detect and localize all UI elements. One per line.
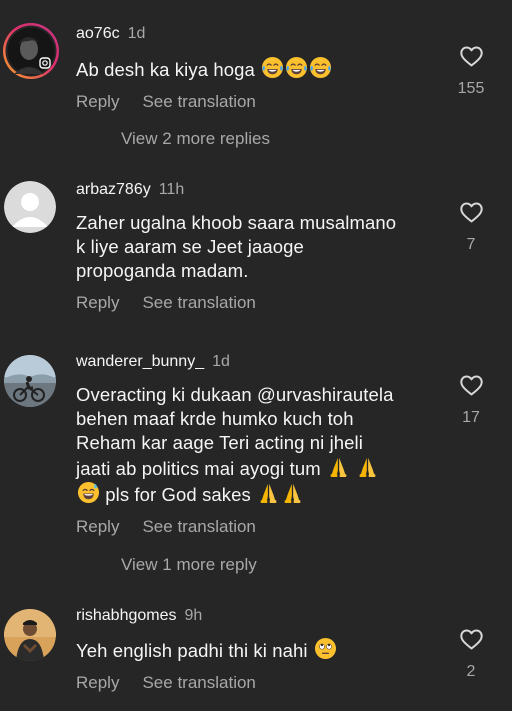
comment-actions: Reply See translation bbox=[76, 672, 436, 694]
comment-line: jaati ab politics mai ayogi tum bbox=[76, 455, 436, 481]
like-group: 7 bbox=[448, 200, 494, 255]
comment-line: Zaher ugalna khoob saara musalmano bbox=[76, 212, 397, 233]
see-translation-button[interactable]: See translation bbox=[142, 292, 255, 314]
timestamp: 11h bbox=[158, 181, 185, 198]
comment-line: k liye aaram se Jeet jaaoge bbox=[76, 236, 304, 257]
timestamp: 9h bbox=[184, 607, 203, 624]
comment-meta: wanderer_bunny_ 1d bbox=[76, 352, 436, 372]
comment-line: propoganda madam. bbox=[76, 260, 249, 281]
reply-button[interactable]: Reply bbox=[76, 516, 119, 538]
avatar[interactable] bbox=[4, 181, 56, 233]
like-count: 2 bbox=[466, 663, 476, 680]
see-translation-button[interactable]: See translation bbox=[142, 516, 255, 538]
avatar[interactable] bbox=[4, 355, 56, 407]
comment-actions: Reply See translation bbox=[76, 292, 436, 314]
like-count: 7 bbox=[466, 236, 476, 253]
folded-hands-emoji-icon bbox=[327, 455, 350, 478]
comment-meta: arbaz786y 11h bbox=[76, 180, 436, 200]
timestamp: 1d bbox=[127, 25, 146, 42]
reply-button[interactable]: Reply bbox=[76, 91, 119, 113]
reply-button[interactable]: Reply bbox=[76, 292, 119, 314]
like-count: 155 bbox=[457, 80, 485, 97]
comment-text: Overacting ki dukaan @urvashirautela beh… bbox=[76, 383, 436, 507]
like-count: 17 bbox=[462, 409, 480, 426]
comment-line: Overacting ki dukaan @urvashirautela bbox=[76, 384, 394, 405]
comment-line-text: jaati ab politics mai ayogi tum bbox=[76, 458, 326, 479]
heart-icon[interactable] bbox=[459, 627, 484, 652]
username[interactable]: rishabhgomes bbox=[76, 607, 177, 624]
comment-text-content: Yeh english padhi thi ki nahi bbox=[76, 640, 313, 661]
view-more-replies-button[interactable]: View 2 more replies bbox=[121, 128, 270, 150]
comment-line-text: pls for God sakes bbox=[100, 484, 257, 505]
comment-line: behen maaf krde humko kuch toh bbox=[76, 408, 354, 429]
like-group: 2 bbox=[448, 627, 494, 682]
joy-emoji-icon bbox=[309, 56, 332, 79]
comment-actions: Reply See translation bbox=[76, 91, 436, 113]
comment-text: Yeh english padhi thi ki nahi bbox=[76, 637, 436, 663]
grinning-sweat-emoji-icon bbox=[77, 481, 100, 504]
joy-emoji-icon bbox=[285, 56, 308, 79]
reply-button[interactable]: Reply bbox=[76, 672, 119, 694]
comment-text: Zaher ugalna khoob saara musalmano k liy… bbox=[76, 211, 436, 283]
comment-line: Reham kar aage Teri acting ni jheli bbox=[76, 432, 363, 453]
username[interactable]: arbaz786y bbox=[76, 181, 151, 198]
username[interactable]: wanderer_bunny_ bbox=[76, 353, 204, 370]
comment-text: Ab desh ka kiya hoga bbox=[76, 56, 436, 82]
comment-meta: ao76c 1d bbox=[76, 24, 436, 44]
like-group: 17 bbox=[448, 373, 494, 428]
see-translation-button[interactable]: See translation bbox=[142, 91, 255, 113]
joy-emoji-icon bbox=[261, 56, 284, 79]
like-group: 155 bbox=[448, 44, 494, 99]
avatar[interactable] bbox=[2, 22, 60, 80]
folded-hands-emoji-icon bbox=[257, 481, 280, 504]
avatar[interactable] bbox=[4, 609, 56, 661]
heart-icon[interactable] bbox=[459, 373, 484, 398]
folded-hands-emoji-icon bbox=[281, 481, 304, 504]
timestamp: 1d bbox=[212, 353, 230, 370]
comment-line: pls for God sakes bbox=[76, 481, 436, 507]
comment-actions: Reply See translation bbox=[76, 516, 436, 538]
heart-icon[interactable] bbox=[459, 44, 484, 69]
rolling-eyes-emoji-icon bbox=[314, 637, 337, 660]
heart-icon[interactable] bbox=[459, 200, 484, 225]
comment-meta: rishabhgomes 9h bbox=[76, 606, 436, 626]
comment-text-content: Ab desh ka kiya hoga bbox=[76, 59, 261, 80]
folded-hands-emoji-icon bbox=[356, 455, 379, 478]
see-translation-button[interactable]: See translation bbox=[142, 672, 255, 694]
view-more-replies-button[interactable]: View 1 more reply bbox=[121, 554, 257, 576]
username[interactable]: ao76c bbox=[76, 25, 120, 42]
